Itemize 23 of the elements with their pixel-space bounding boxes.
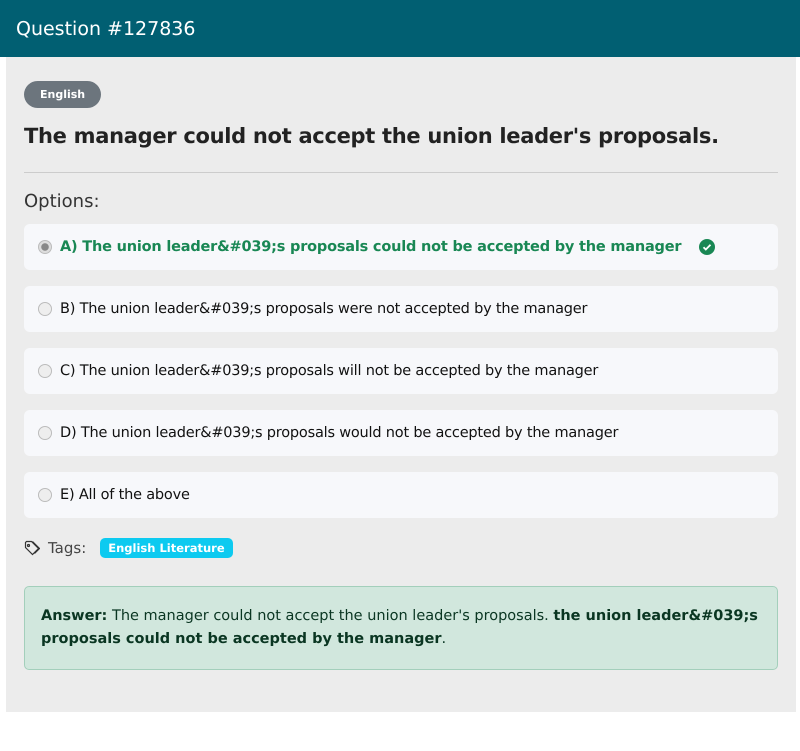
option-row[interactable]: A) The union leader&#039;s proposals could not be accepted by the manager	[24, 224, 778, 270]
category-badge: English	[24, 81, 102, 108]
check-circle-icon	[699, 239, 716, 255]
radio-button[interactable]	[38, 240, 52, 254]
option-row[interactable]: D) The union leader&#039;s proposals would not be accepted by the manager	[24, 410, 778, 456]
tag-icon	[24, 540, 40, 556]
radio-button[interactable]	[38, 302, 52, 316]
option-text: D) The union leader&#039;s proposals would not be accepted by the manager	[60, 425, 618, 441]
question-text: The manager could not accept the union leader's proposals.	[24, 124, 719, 148]
option-row[interactable]: B) The union leader&#039;s proposals were not accepted by the manager	[24, 286, 778, 332]
radio-button[interactable]	[38, 488, 52, 502]
answer-text: Answer: The manager could not accept the union leader's proposals. the union leader&#039;s proposals could not be accepted by the manager.	[41, 608, 758, 648]
option-text: E) All of the above	[60, 487, 190, 503]
option-row[interactable]: E) All of the above	[24, 472, 778, 518]
radio-button[interactable]	[38, 426, 52, 440]
option-row[interactable]: C) The union leader&#039;s proposals will not be accepted by the manager	[24, 348, 778, 394]
tags-label: Tags:	[48, 539, 86, 557]
option-text: C) The union leader&#039;s proposals will not be accepted by the manager	[60, 363, 598, 379]
option-text: A) The union leader&#039;s proposals could not be accepted by the manager	[60, 239, 682, 255]
radio-button[interactable]	[38, 364, 52, 378]
page-title: Question #127836	[16, 18, 196, 40]
option-text: B) The union leader&#039;s proposals were not accepted by the manager	[60, 301, 588, 317]
options-label: Options:	[24, 191, 100, 212]
